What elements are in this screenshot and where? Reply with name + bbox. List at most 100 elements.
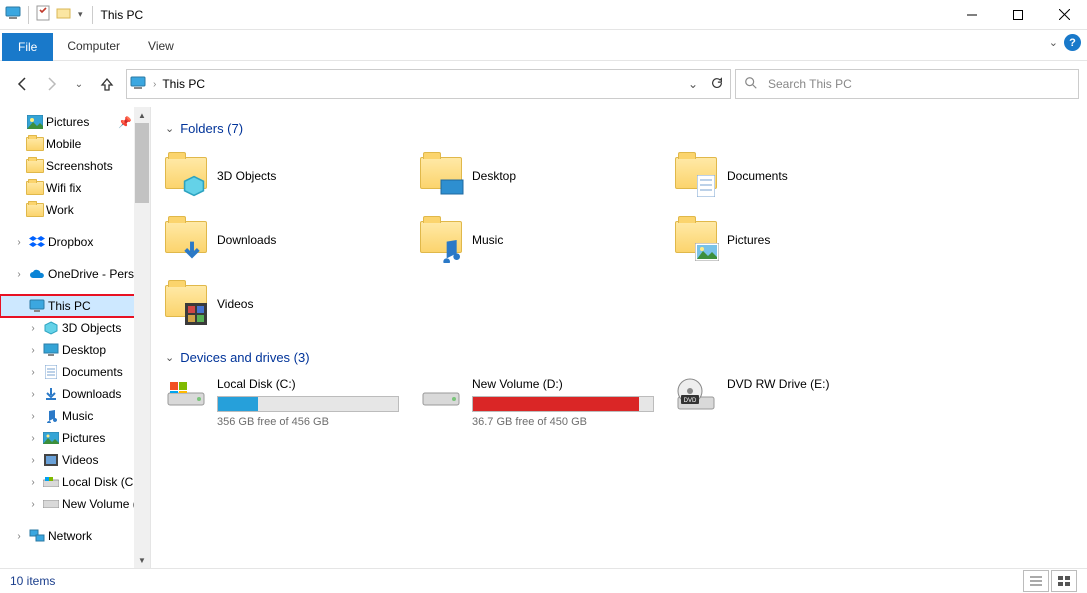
tree-label: Pictures xyxy=(62,431,105,445)
folder-icon xyxy=(675,221,717,259)
folder-desktop[interactable]: Desktop xyxy=(420,144,675,208)
minimize-button[interactable] xyxy=(949,0,995,29)
tree-label: Pictures xyxy=(46,115,89,129)
folder-icon xyxy=(26,201,44,219)
pictures-icon xyxy=(26,113,44,131)
group-title: Folders (7) xyxy=(180,121,243,136)
sidebar-item-work[interactable]: Work xyxy=(0,199,150,221)
svg-text:DVD: DVD xyxy=(684,398,697,404)
ribbon-expand-icon[interactable]: ⌄ xyxy=(1049,36,1058,49)
back-button[interactable] xyxy=(12,73,34,95)
folder-pictures[interactable]: Pictures xyxy=(675,208,930,272)
scroll-up-icon[interactable]: ▲ xyxy=(134,107,150,123)
sidebar-item-wififix[interactable]: Wifi fix xyxy=(0,177,150,199)
sidebar-item-music[interactable]: ›Music xyxy=(0,405,150,427)
sidebar-item-dropbox[interactable]: › Dropbox xyxy=(0,231,150,253)
tab-view[interactable]: View xyxy=(134,32,188,60)
drive-icon xyxy=(165,375,207,413)
search-box[interactable] xyxy=(735,69,1079,99)
expand-icon[interactable]: › xyxy=(26,411,40,422)
expand-icon[interactable]: › xyxy=(12,531,26,542)
sidebar-item-local-disk[interactable]: ›Local Disk (C:) xyxy=(0,471,150,493)
sidebar-item-desktop[interactable]: ›Desktop xyxy=(0,339,150,361)
status-bar: 10 items xyxy=(0,568,1087,593)
content-pane: ⌄ Folders (7) 3D Objects Desktop Documen… xyxy=(151,107,1087,568)
expand-icon[interactable]: › xyxy=(12,269,26,280)
group-header-folders[interactable]: ⌄ Folders (7) xyxy=(165,121,1073,136)
this-pc-icon xyxy=(129,74,147,95)
folder-3d-objects[interactable]: 3D Objects xyxy=(165,144,420,208)
sidebar-item-documents[interactable]: ›Documents xyxy=(0,361,150,383)
expand-icon[interactable]: › xyxy=(26,455,40,466)
tab-computer[interactable]: Computer xyxy=(53,32,134,60)
sidebar-item-videos[interactable]: ›Videos xyxy=(0,449,150,471)
up-button[interactable] xyxy=(96,73,118,95)
address-location: This PC xyxy=(162,77,205,91)
folder-label: Downloads xyxy=(217,233,276,247)
recent-locations-button[interactable]: ⌄ xyxy=(68,73,90,95)
drives-grid: Local Disk (C:) 356 GB free of 456 GB Ne… xyxy=(165,373,1073,430)
qat-new-folder-icon[interactable] xyxy=(55,4,73,25)
group-header-drives[interactable]: ⌄ Devices and drives (3) xyxy=(165,350,1073,365)
drive-new-volume-d[interactable]: New Volume (D:) 36.7 GB free of 450 GB xyxy=(420,373,675,430)
scroll-down-icon[interactable]: ▼ xyxy=(134,552,150,568)
sidebar-item-screenshots[interactable]: Screenshots xyxy=(0,155,150,177)
expand-icon[interactable]: › xyxy=(26,499,40,510)
refresh-button[interactable] xyxy=(710,76,724,93)
collapse-icon[interactable]: ⌄ xyxy=(165,351,174,364)
expand-icon[interactable]: › xyxy=(26,477,40,488)
tree-label: Network xyxy=(48,529,92,543)
folder-videos[interactable]: Videos xyxy=(165,272,420,336)
drive-local-disk-c[interactable]: Local Disk (C:) 356 GB free of 456 GB xyxy=(165,373,420,430)
drive-icon xyxy=(42,495,60,513)
search-input[interactable] xyxy=(766,76,1070,92)
drive-usage-bar xyxy=(217,396,399,412)
sidebar-item-this-pc[interactable]: This PC xyxy=(0,295,150,317)
sidebar-item-onedrive[interactable]: ›OneDrive - Person xyxy=(0,263,150,285)
drive-name: New Volume (D:) xyxy=(472,377,675,391)
tab-file[interactable]: File xyxy=(2,33,53,61)
address-dropdown-icon[interactable]: ⌄ xyxy=(688,77,698,91)
desktop-icon xyxy=(42,341,60,359)
title-bar: ▾ This PC xyxy=(0,0,1087,30)
sidebar-item-new-volume[interactable]: ›New Volume (D: xyxy=(0,493,150,515)
folder-icon xyxy=(420,157,462,195)
collapse-icon[interactable]: ⌄ xyxy=(165,122,174,135)
sidebar-item-network[interactable]: › Network xyxy=(0,525,150,547)
pictures-icon xyxy=(42,429,60,447)
expand-icon[interactable]: › xyxy=(26,323,40,334)
folder-documents[interactable]: Documents xyxy=(675,144,930,208)
music-icon xyxy=(42,407,60,425)
expand-icon[interactable]: › xyxy=(26,345,40,356)
view-details-button[interactable] xyxy=(1023,570,1049,592)
ribbon-tabs: File Computer View ⌄ ? xyxy=(0,30,1087,61)
drive-dvd-rw-e[interactable]: DVD DVD RW Drive (E:) xyxy=(675,373,930,430)
maximize-button[interactable] xyxy=(995,0,1041,29)
folder-downloads[interactable]: Downloads xyxy=(165,208,420,272)
expand-icon[interactable]: › xyxy=(26,367,40,378)
tree-label: Dropbox xyxy=(48,235,93,249)
tree-label: Downloads xyxy=(62,387,121,401)
expand-icon[interactable]: › xyxy=(26,389,40,400)
tree-label: This PC xyxy=(48,299,91,313)
network-icon xyxy=(28,527,46,545)
qat-dropdown-icon[interactable]: ▾ xyxy=(75,9,86,20)
sidebar-item-3d-objects[interactable]: ›3D Objects xyxy=(0,317,150,339)
view-large-icons-button[interactable] xyxy=(1051,570,1077,592)
folder-music[interactable]: Music xyxy=(420,208,675,272)
close-button[interactable] xyxy=(1041,0,1087,29)
scroll-thumb[interactable] xyxy=(135,123,149,203)
address-bar[interactable]: › This PC ⌄ xyxy=(126,69,731,99)
sidebar-scrollbar[interactable]: ▲ ▼ xyxy=(134,107,150,568)
tree-label: Wifi fix xyxy=(46,181,81,195)
sidebar-item-mobile[interactable]: Mobile xyxy=(0,133,150,155)
expand-icon[interactable]: › xyxy=(26,433,40,444)
qat-properties-icon[interactable] xyxy=(35,4,53,25)
expand-icon[interactable]: › xyxy=(12,237,26,248)
sidebar-item-pictures-pc[interactable]: › Pictures xyxy=(0,427,150,449)
help-icon[interactable]: ? xyxy=(1064,34,1081,51)
navigation-bar: ⌄ › This PC ⌄ xyxy=(0,61,1087,107)
sidebar-item-pictures[interactable]: Pictures 📌 xyxy=(0,111,150,133)
forward-button[interactable] xyxy=(40,73,62,95)
sidebar-item-downloads[interactable]: › Downloads xyxy=(0,383,150,405)
